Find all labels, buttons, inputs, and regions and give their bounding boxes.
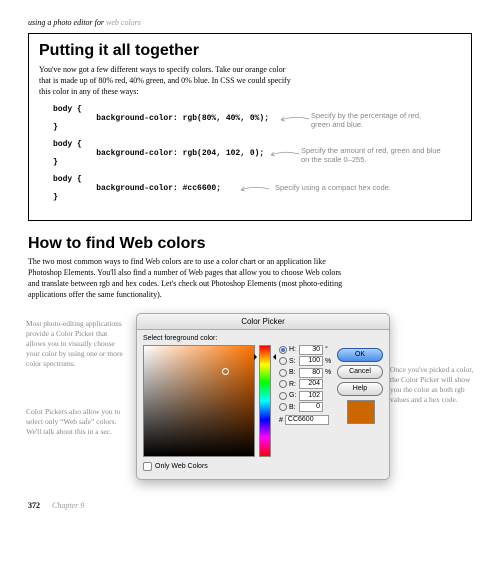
running-head-suffix: web colors (106, 18, 141, 27)
hue-slider-thumb-icon (257, 354, 273, 358)
code-block-3: body { background-color: #cc6600; } Spec… (53, 175, 461, 202)
hash-label: # (279, 417, 283, 424)
s-radio[interactable] (279, 357, 287, 365)
code-block-1: body { background-color: rgb(80%, 40%, 0… (53, 105, 461, 132)
chapter-label: Chapter 9 (52, 501, 84, 510)
annotation-arrow-icon (239, 185, 271, 193)
venn-label-red: 80% Red (382, 58, 405, 64)
r-radio[interactable] (279, 380, 287, 388)
running-head-prefix: using a photo editor for (28, 18, 106, 27)
running-head: using a photo editor for web colors (28, 18, 472, 27)
color-readouts: H: 30 ° S: 100 % B: (279, 345, 335, 457)
g-row: G: 102 (279, 391, 335, 401)
annotation-arrow-icon (269, 150, 301, 158)
h-value[interactable]: 30 (299, 345, 323, 355)
color-picker-dialog: Color Picker Select foreground color: OK… (136, 313, 390, 480)
b-unit: % (325, 369, 335, 376)
hex-row: # CC6600 (279, 415, 335, 425)
color-preview-swatch (347, 400, 375, 424)
annotation-left-2: Color Pickers also allow you to select o… (26, 407, 124, 437)
section-body: The two most common ways to find Web col… (28, 257, 348, 300)
annotation-3: Specify using a compact hex code. (275, 183, 425, 192)
hue-slider[interactable] (259, 345, 271, 457)
bl-label: B: (289, 404, 299, 411)
r-value[interactable]: 204 (299, 379, 323, 389)
b-label: B: (289, 369, 299, 376)
annotation-arrow-icon (279, 115, 311, 123)
annotation-left-1: Most photo-editing applications provide … (26, 319, 124, 370)
box-intro: You've now got a few different ways to s… (39, 65, 299, 97)
s-unit: % (325, 358, 335, 365)
r-label: R: (289, 381, 299, 388)
g-radio[interactable] (279, 392, 287, 400)
code-block-2: body { background-color: rgb(204, 102, 0… (53, 140, 461, 167)
g-label: G: (289, 392, 299, 399)
picker-area: Most photo-editing applications provide … (28, 313, 472, 493)
only-web-label: Only Web Colors (155, 463, 208, 470)
color-picker-label: Select foreground color: (143, 335, 383, 342)
cancel-button[interactable]: Cancel (337, 365, 383, 379)
r-row: R: 204 (279, 379, 335, 389)
b-row: B: 80 % (279, 368, 335, 378)
h-row: H: 30 ° (279, 345, 335, 355)
bl-radio[interactable] (279, 403, 287, 411)
only-web-checkbox[interactable] (143, 462, 152, 471)
code-line: } (53, 193, 461, 202)
s-value[interactable]: 100 (299, 356, 323, 366)
venn-label-green: 40% Green (402, 80, 430, 86)
help-button[interactable]: Help (337, 382, 383, 396)
h-unit: ° (325, 346, 335, 353)
bl-value[interactable]: 0 (299, 402, 323, 412)
color-picker-title: Color Picker (137, 314, 389, 330)
annotation-right-1: Once you've picked a color, the Color Pi… (390, 365, 474, 406)
venn-diagram: 80% Red 0% Blue 40% Green (371, 40, 457, 106)
section-title: How to find Web colors (28, 235, 472, 253)
annotation-2: Specify the amount of red, green and blu… (301, 146, 451, 164)
page-number: 372 (28, 501, 40, 510)
page-footer: 372 Chapter 9 (28, 501, 472, 510)
saturation-brightness-field[interactable] (143, 345, 255, 457)
preview-old (348, 412, 374, 423)
hex-value[interactable]: CC6600 (285, 415, 329, 425)
ok-button[interactable]: OK (337, 348, 383, 362)
color-cursor-icon (222, 368, 229, 375)
only-web-row: Only Web Colors (143, 462, 383, 471)
s-row: S: 100 % (279, 356, 335, 366)
bl-row: B: 0 (279, 402, 335, 412)
g-value[interactable]: 102 (299, 391, 323, 401)
b-value[interactable]: 80 (299, 368, 323, 378)
putting-together-box: Putting it all together You've now got a… (28, 33, 472, 221)
b-radio[interactable] (279, 369, 287, 377)
annotation-1: Specify by the percentage of red, green … (311, 111, 431, 129)
h-label: H: (289, 346, 299, 353)
h-radio[interactable] (279, 346, 287, 354)
s-label: S: (289, 358, 299, 365)
venn-label-black: 0% Blue (418, 58, 439, 64)
preview-new (348, 401, 374, 412)
